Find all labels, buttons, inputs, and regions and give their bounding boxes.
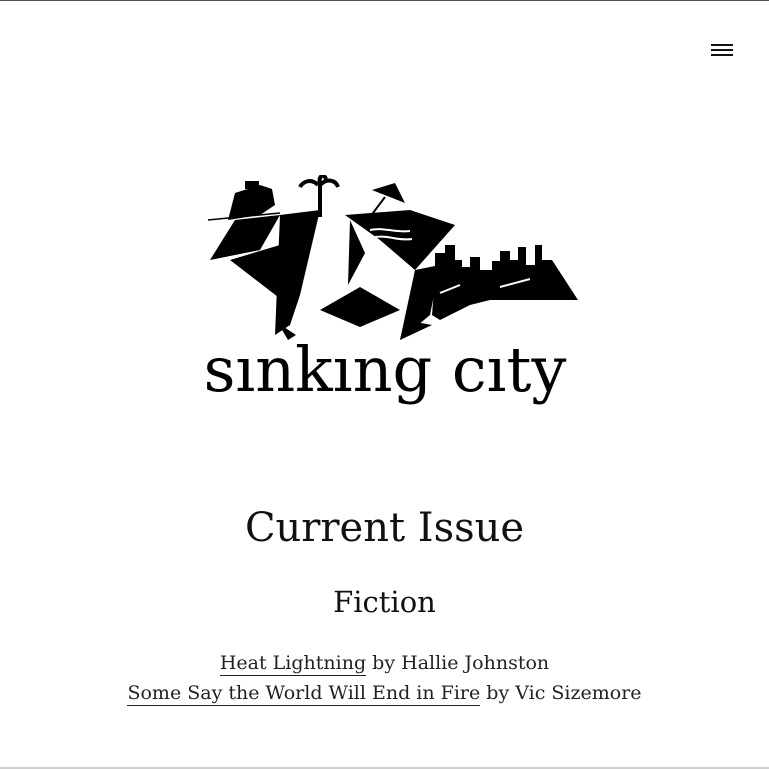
- top-divider: [0, 0, 769, 1]
- story-author: Vic Sizemore: [515, 682, 642, 704]
- story-item: Heat Lightning by Hallie Johnston: [0, 648, 769, 678]
- page: sınkıng cıty Current Issue Fiction Heat …: [0, 0, 769, 769]
- story-link-heat-lightning[interactable]: Heat Lightning: [219, 652, 367, 676]
- story-item: Some Say the World Will End in Fire by V…: [0, 678, 769, 708]
- story-list: Heat Lightning by Hallie Johnston Some S…: [0, 648, 769, 708]
- story-author: Hallie Johnston: [401, 652, 550, 674]
- story-link-some-say-the-world-will-end-in-fire[interactable]: Some Say the World Will End in Fire: [127, 682, 481, 706]
- sinking-city-illustration: [207, 175, 578, 340]
- hamburger-menu-button[interactable]: [707, 38, 737, 62]
- site-wordmark[interactable]: sınkıng cıty: [180, 330, 590, 410]
- story-by: by: [486, 682, 510, 704]
- hamburger-menu-icon: [707, 38, 737, 62]
- fiction-section-heading: Fiction: [333, 585, 436, 619]
- current-issue-heading: Current Issue: [244, 505, 525, 551]
- story-by: by: [372, 652, 396, 674]
